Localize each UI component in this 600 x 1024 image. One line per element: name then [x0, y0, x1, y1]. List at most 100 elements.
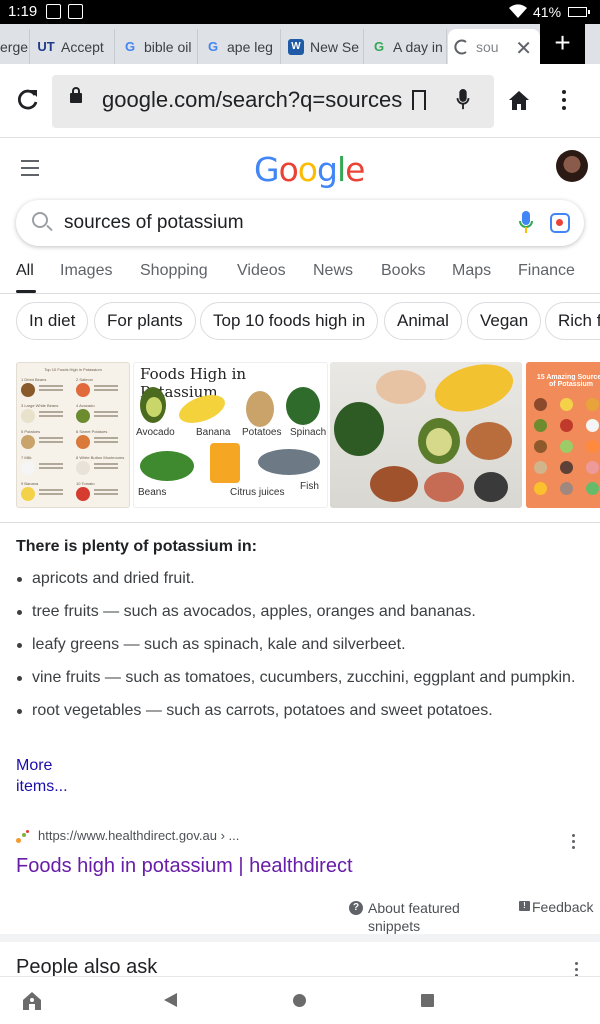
google-favicon-icon: G: [373, 38, 385, 54]
list-thumb-tile: 1 Dried Beans: [21, 377, 71, 399]
loading-icon: [454, 39, 467, 54]
browser-tab-3[interactable]: G bible oil: [116, 29, 198, 64]
browser-tab-5[interactable]: W New Se: [282, 29, 364, 64]
tab-images[interactable]: Images: [60, 262, 112, 280]
text-line: [94, 437, 118, 439]
browser-tab-1[interactable]: erge: [0, 29, 30, 64]
voice-search-icon[interactable]: [456, 89, 470, 111]
bookmark-icon[interactable]: [412, 90, 426, 110]
label-spinach: Spinach: [290, 427, 327, 438]
logo-letter: G: [254, 150, 280, 189]
reload-icon[interactable]: [14, 86, 42, 114]
avocado-flesh-image: [426, 428, 452, 456]
gallery-notification-icon: [46, 4, 61, 19]
chip-rich-foods[interactable]: Rich f: [545, 302, 600, 340]
list-thumb-tile: 2 Salmon: [76, 377, 126, 399]
recents-icon[interactable]: [421, 994, 434, 1007]
potatoes-image: [466, 422, 512, 460]
address-bar[interactable]: google.com/search?q=sources: [52, 75, 494, 128]
result-title-link[interactable]: Foods high in potassium | healthdirect: [16, 855, 353, 878]
about-featured-snippets-link[interactable]: About featured snippets: [368, 899, 488, 935]
image-result-infographic[interactable]: Foods High in Potassium Avocado Banana P…: [133, 362, 328, 508]
label-potatoes: Potatoes: [242, 427, 282, 438]
text-line: [94, 385, 118, 387]
image-result-top-10-list[interactable]: Top 10 Foods High in Potassium 1 Dried B…: [16, 362, 130, 508]
home-icon[interactable]: [508, 90, 530, 112]
food-icon: [534, 440, 547, 453]
image-result-15-sources[interactable]: 15 Amazing Sources of Potassium: [526, 362, 600, 508]
result-url[interactable]: https://www.healthdirect.gov.au › ...: [38, 828, 239, 843]
tab-strip: erge UT Accept G bible oil G ape leg W N…: [0, 24, 600, 64]
label-banana: Banana: [196, 427, 231, 438]
food-icon: [586, 461, 599, 474]
avocado-flesh-image: [146, 397, 162, 417]
browser-tab-active[interactable]: sou ✕: [448, 29, 540, 64]
url-text[interactable]: google.com/search?q=sources: [102, 87, 402, 113]
battery-percent: 41%: [533, 4, 562, 20]
tab-shopping[interactable]: Shopping: [140, 262, 208, 280]
feedback-icon[interactable]: !: [519, 901, 530, 911]
chip-for-plants[interactable]: For plants: [94, 302, 196, 340]
feedback-link[interactable]: Feedback: [532, 899, 593, 915]
list-thumb-tile: 5 Potatoes: [21, 429, 71, 451]
sources-thumb-title: 15 Amazing Sources of Potassium: [536, 374, 600, 388]
result-options-icon[interactable]: [572, 834, 576, 852]
lock-icon[interactable]: [70, 87, 82, 103]
tab-finance[interactable]: Finance: [518, 262, 575, 280]
text-line: [94, 493, 118, 495]
healthdirect-favicon-icon: [16, 830, 30, 844]
food-thumbnail: [21, 383, 35, 397]
tab-news[interactable]: News: [313, 262, 353, 280]
food-icon: [560, 461, 573, 474]
launcher-home-icon[interactable]: [22, 991, 42, 1011]
search-input[interactable]: sources of potassium: [64, 212, 244, 234]
google-mic-icon[interactable]: [518, 211, 534, 235]
tab-label: Accept: [61, 38, 104, 55]
food-thumbnail: [21, 409, 35, 423]
label-avocado: Avocado: [136, 427, 175, 438]
browser-tab-2[interactable]: UT Accept: [31, 29, 115, 64]
food-icon: [586, 398, 599, 411]
browser-tab-4[interactable]: G ape leg: [199, 29, 281, 64]
close-tab-icon[interactable]: ✕: [515, 36, 532, 61]
more-items-link[interactable]: More items...: [16, 755, 76, 797]
google-logo[interactable]: Google: [254, 150, 365, 189]
battery-icon: [568, 7, 590, 17]
bananas-image: [429, 362, 519, 420]
list-thumb-label: 9 Banana: [21, 481, 39, 486]
label-beans: Beans: [138, 487, 167, 498]
tab-maps[interactable]: Maps: [452, 262, 491, 280]
chip-vegan[interactable]: Vegan: [467, 302, 542, 340]
chip-top-10-foods[interactable]: Top 10 foods high in: [200, 302, 379, 340]
new-tab-button[interactable]: +: [540, 24, 585, 64]
list-item: tree fruits — such as avocados, apples, …: [16, 601, 576, 623]
chip-animal[interactable]: Animal: [384, 302, 462, 340]
google-favicon-icon: G: [207, 38, 219, 54]
list-thumb-tile: 9 Banana: [21, 481, 71, 503]
text-line: [94, 411, 118, 413]
beans-image: [140, 451, 194, 481]
home-button-icon[interactable]: [293, 994, 306, 1007]
google-lens-icon[interactable]: [550, 213, 570, 233]
list-thumb-label: 8 White Button Mushrooms: [76, 455, 125, 460]
fish-image: [258, 449, 320, 475]
system-navigation-bar: [0, 976, 600, 1024]
text-line: [39, 389, 63, 391]
hamburger-menu-icon[interactable]: [21, 160, 39, 181]
avatar[interactable]: [556, 150, 588, 182]
chip-in-diet[interactable]: In diet: [16, 302, 89, 340]
tab-books[interactable]: Books: [381, 262, 425, 280]
tab-label: New Se: [310, 38, 360, 55]
back-icon[interactable]: [164, 993, 177, 1007]
tab-all[interactable]: All: [16, 262, 34, 280]
seeds-image: [474, 472, 508, 502]
browser-menu-icon[interactable]: [560, 90, 568, 114]
help-icon[interactable]: ?: [349, 901, 363, 915]
browser-tab-6[interactable]: G A day in: [365, 29, 447, 64]
image-result-food-photo[interactable]: [330, 362, 522, 508]
search-box[interactable]: sources of potassium: [16, 200, 584, 246]
active-tab-indicator: [16, 290, 36, 293]
text-line: [94, 489, 118, 491]
tab-videos[interactable]: Videos: [237, 262, 286, 280]
text-line: [94, 415, 118, 417]
